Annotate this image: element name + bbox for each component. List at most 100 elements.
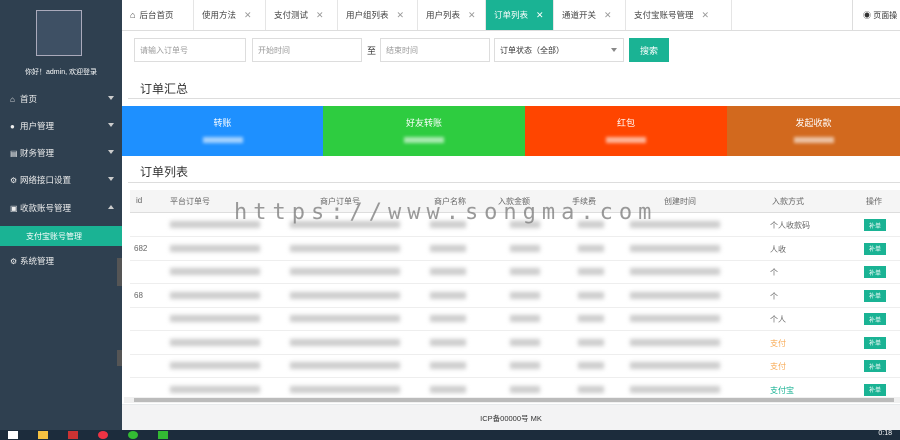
sidebar-item-label: 收款账号管理 <box>20 203 72 213</box>
gear-icon: ⚙ <box>10 175 18 185</box>
cell-redacted <box>578 315 604 322</box>
column-header: 操作 <box>866 197 882 206</box>
page-actions-button[interactable]: ◉ 页面操 <box>852 0 900 30</box>
sidebar-item-accounts[interactable]: ▣ 收款账号管理 <box>0 196 122 220</box>
tab-label: 后台首页 <box>139 10 174 20</box>
cell-pay-method: 支付宝 <box>770 385 794 395</box>
end-time-input[interactable]: 结束时间 <box>380 38 490 62</box>
sidebar-scrollbar-lower[interactable] <box>117 350 122 366</box>
cell-pay-method: 个 <box>770 291 778 301</box>
summary-card-friend-transfer: 好友转账 <box>323 106 525 156</box>
search-button[interactable]: 搜索 <box>629 38 669 62</box>
cell-pay-method: 支付 <box>770 362 786 371</box>
home-icon: ⌂ <box>130 10 136 20</box>
watermark: https://www.songma.com <box>234 200 658 225</box>
app-icon[interactable] <box>68 431 78 439</box>
cell-redacted <box>290 338 400 346</box>
column-header: id <box>136 196 143 205</box>
cell-pay-method: 个 <box>770 268 778 277</box>
cell-redacted <box>430 244 466 252</box>
cell-pay-method: 个人收款码 <box>770 221 810 230</box>
cell-redacted <box>170 291 260 299</box>
cell-redacted <box>510 244 540 252</box>
browser-icon[interactable] <box>98 431 108 439</box>
close-icon[interactable]: ✕ <box>316 10 324 21</box>
cell-redacted <box>630 268 720 275</box>
tab-usage[interactable]: 使用方法 ✕ <box>194 0 266 30</box>
sidebar-scrollbar[interactable] <box>117 258 122 286</box>
sidebar-item-label: 财务管理 <box>20 148 55 158</box>
reissue-order-button[interactable]: 补单 <box>864 383 886 396</box>
app-icon[interactable] <box>128 431 138 439</box>
tab-channel-switch[interactable]: 通道开关 ✕ <box>554 0 626 30</box>
reissue-order-button[interactable]: 补单 <box>864 360 886 372</box>
reissue-order-button[interactable]: 补单 <box>864 266 886 278</box>
tab-user-groups[interactable]: 用户组列表 ✕ <box>338 0 418 30</box>
tab-users[interactable]: 用户列表 ✕ <box>418 0 486 30</box>
order-number-input[interactable]: 请输入订单号 <box>134 38 246 62</box>
cell-redacted <box>510 385 540 393</box>
cell-redacted <box>430 268 466 275</box>
reissue-order-button[interactable]: 补单 <box>864 289 886 302</box>
summary-card-transfer: 转账 <box>122 106 323 156</box>
reissue-order-button[interactable]: 补单 <box>864 313 886 325</box>
sidebar-item-network[interactable]: ⚙ 网络接口设置 <box>0 168 122 192</box>
chevron-down-icon <box>611 48 617 52</box>
tab-pay-test[interactable]: 支付测试 ✕ <box>266 0 338 30</box>
folder-icon[interactable] <box>38 431 48 439</box>
close-icon[interactable]: ✕ <box>397 10 405 21</box>
cell-redacted <box>578 244 604 252</box>
tab-alipay-accounts[interactable]: 支付宝账号管理 ✕ <box>626 0 732 30</box>
tab-orders[interactable]: 订单列表 ✕ <box>486 0 554 30</box>
cell-pay-method: 支付 <box>770 338 786 348</box>
cell-redacted <box>170 385 260 393</box>
cell-redacted <box>170 315 260 322</box>
close-icon[interactable]: ✕ <box>604 10 612 21</box>
close-icon[interactable]: ✕ <box>702 10 710 21</box>
cell-redacted <box>630 244 720 252</box>
close-icon[interactable]: ✕ <box>536 10 544 21</box>
tab-label: 使用方法 <box>202 10 237 20</box>
close-icon[interactable]: ✕ <box>244 10 252 21</box>
column-header: 平台订单号 <box>170 197 210 206</box>
scrollbar-thumb[interactable] <box>134 398 894 402</box>
cell-id: 682 <box>134 243 148 253</box>
finance-icon: ▤ <box>10 148 18 158</box>
cell-redacted <box>510 315 540 322</box>
close-icon[interactable]: ✕ <box>468 10 476 21</box>
reissue-order-button[interactable]: 补单 <box>864 242 886 255</box>
cell-redacted <box>630 315 720 322</box>
sidebar-subitem-alipay-accounts[interactable]: 支付宝账号管理 <box>0 226 122 246</box>
cell-pay-method: 个人 <box>770 315 786 324</box>
sidebar-item-system[interactable]: ⚙ 系统管理 <box>0 249 122 273</box>
cell-redacted <box>290 385 400 393</box>
cell-redacted <box>170 244 260 252</box>
order-status-select[interactable]: 订单状态（全部） <box>494 38 624 62</box>
reissue-order-button[interactable]: 补单 <box>864 219 886 231</box>
sidebar-item-label: 系统管理 <box>20 256 55 266</box>
welcome-text: 你好！admin, 欢迎登录 <box>25 69 97 76</box>
sidebar-item-label: 网络接口设置 <box>20 175 72 185</box>
cell-redacted <box>430 385 466 393</box>
cell-redacted <box>430 291 466 299</box>
windows-start-icon[interactable] <box>8 431 18 439</box>
sidebar-item-users[interactable]: ● 用户管理 <box>0 114 122 138</box>
table-row: 个人 补单 <box>130 307 900 331</box>
sidebar-item-home[interactable]: ⌂ 首页 <box>0 87 122 111</box>
chevron-up-icon <box>108 205 114 209</box>
card-value-redacted <box>793 137 834 143</box>
column-header: 创建时间 <box>664 197 696 206</box>
horizontal-scrollbar[interactable] <box>124 397 900 403</box>
card-value-redacted <box>404 137 444 143</box>
os-taskbar: 0:18 <box>0 430 900 440</box>
tab-home[interactable]: ⌂ 后台首页 <box>122 0 194 30</box>
sidebar-item-finance[interactable]: ▤ 财务管理 <box>0 141 122 165</box>
tab-label: 支付测试 <box>274 10 309 20</box>
app-icon[interactable] <box>158 431 168 439</box>
start-time-input[interactable]: 开始时间 <box>252 38 362 62</box>
reissue-order-button[interactable]: 补单 <box>864 336 886 349</box>
avatar[interactable] <box>36 10 82 56</box>
card-label: 好友转账 <box>405 118 442 128</box>
cell-redacted <box>630 291 720 299</box>
cell-redacted <box>510 268 540 275</box>
